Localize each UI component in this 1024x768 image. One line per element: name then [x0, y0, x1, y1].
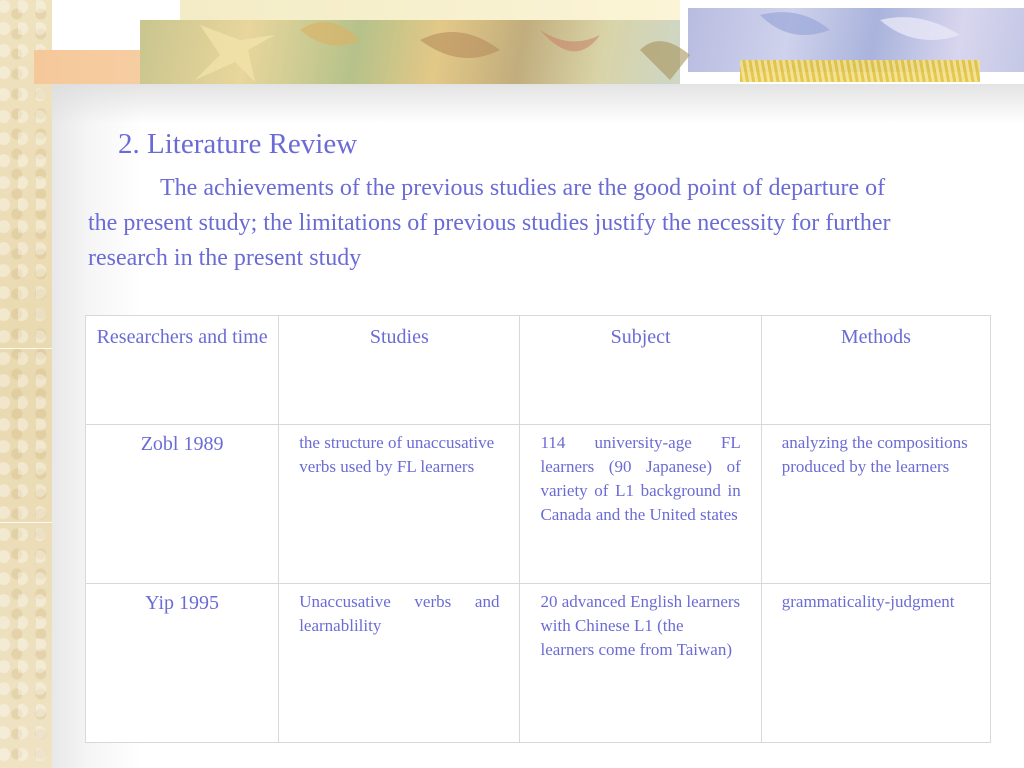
- cell-researcher: Yip 1995: [84, 583, 280, 743]
- cell-methods: analyzing the compositions produced by t…: [760, 424, 992, 584]
- paragraph-line: research in the present study: [88, 245, 362, 271]
- header-studies: Studies: [278, 315, 521, 425]
- cell-subject: 114 university-age FL learners (90 Japan…: [519, 424, 762, 584]
- cell-researcher: Zobl 1989: [84, 424, 280, 584]
- table-header-row: Researchers and time Studies Subject Met…: [84, 315, 992, 425]
- left-texture-strip: [0, 0, 52, 768]
- cell-methods: grammaticality-judgment: [760, 583, 992, 743]
- header-researchers: Researchers and time: [84, 315, 280, 425]
- table-row: Yip 1995 Unaccusative verbs and learnabl…: [84, 583, 992, 743]
- strip-divider: [0, 348, 52, 349]
- literature-table: Researchers and time Studies Subject Met…: [84, 315, 992, 743]
- decorative-banner: [0, 0, 1024, 86]
- intro-paragraph: The achievements of the previous studies…: [88, 171, 1024, 276]
- cell-subject: 20 advanced English learners with Chines…: [519, 583, 762, 743]
- header-subject: Subject: [519, 315, 762, 425]
- cell-studies: Unaccusative verbs and learnablility: [278, 583, 521, 743]
- content-top-shadow: [52, 84, 1024, 124]
- cell-studies: the structure of unaccusative verbs used…: [278, 424, 521, 584]
- leaf-decoration: [195, 12, 960, 82]
- table-row: Zobl 1989 the structure of unaccusative …: [84, 424, 992, 584]
- strip-divider: [0, 522, 52, 523]
- paragraph-line: the present study; the limitations of pr…: [88, 210, 891, 236]
- slide-title: 2. Literature Review: [118, 128, 358, 160]
- paragraph-line: The achievements of the previous studies…: [160, 175, 886, 201]
- header-methods: Methods: [760, 315, 992, 425]
